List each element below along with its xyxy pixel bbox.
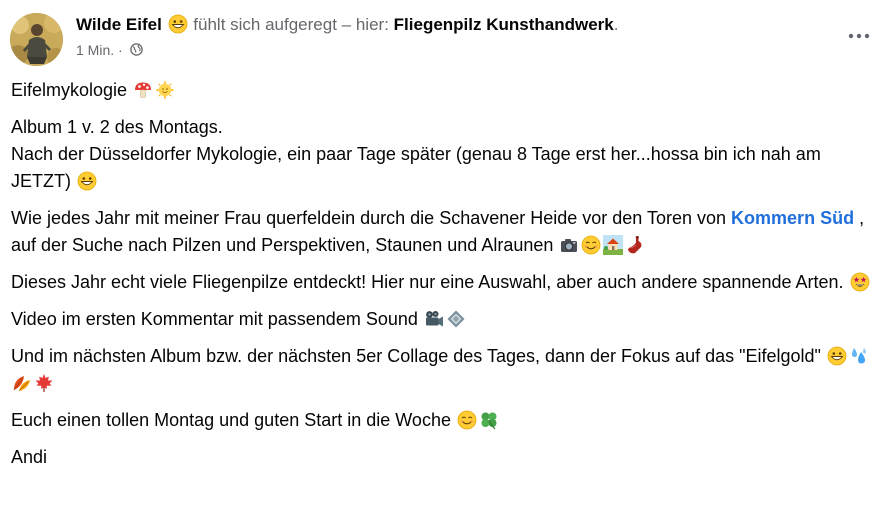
post-text: Eifelmykologie [11,80,128,100]
movie-camera-emoji [424,309,444,329]
sweat-droplet-emoji [849,346,869,366]
avatar-image [10,13,63,66]
location-name[interactable]: Fliegenpilz Kunsthandwerk [394,15,614,34]
post-paragraph-1: Eifelmykologie [11,77,871,104]
grinning-emoji [827,346,847,366]
post-paragraph-7: Euch einen tollen Montag und guten Start… [11,407,871,434]
post-body: Eifelmykologie Album 1 v. 2 des Montags.… [11,77,871,481]
mention-link[interactable]: Kommern Süd [731,208,854,228]
timestamp[interactable]: 1 Min. [76,42,114,58]
sun-with-face-emoji [155,80,175,100]
post-meta: 1 Min. · [76,41,143,59]
smiling-emoji [457,410,477,430]
post-paragraph-2: Album 1 v. 2 des Montags. Nach der Düsse… [11,114,871,195]
post-text-line: Nach der Düsseldorfer Mykologie, ein paa… [11,144,821,191]
post-text: Video im ersten Kommentar mit passendem … [11,309,418,329]
avatar[interactable] [10,13,63,66]
house-garden-emoji [603,235,624,255]
post-paragraph-4: Dieses Jahr echt viele Fliegenpilze entd… [11,269,871,296]
leaves-emoji [12,373,32,393]
post-text: Euch einen tollen Montag und guten Start… [11,410,451,430]
grinning-emoji [77,171,97,191]
post-text: Dieses Jahr echt viele Fliegenpilze entd… [11,272,844,292]
globe-icon[interactable] [129,42,143,56]
post-paragraph-6: Und im nächsten Album bzw. der nächsten … [11,343,871,397]
mushroom-emoji [133,80,153,100]
ellipsis-icon [848,33,870,39]
wine-bottle-emoji [625,235,645,255]
grinning-emoji [168,14,188,34]
more-options-button[interactable] [845,22,873,50]
camera-emoji [559,235,579,255]
post-text-line: Album 1 v. 2 des Montags. [11,117,223,137]
location-prefix: – hier: [341,15,389,34]
diamond-emoji [446,309,466,329]
post-header: Wilde Eifel fühlt sich aufgeregt – hier:… [10,12,875,68]
post-text: Und im nächsten Album bzw. der nächsten … [11,346,821,366]
author-name[interactable]: Wilde Eifel [76,15,162,34]
trailing-dot: . [613,15,619,34]
post-text: Wie jedes Jahr mit meiner Frau querfelde… [11,208,732,228]
meta-separator: · [118,42,123,58]
post-signature: Andi [11,447,48,467]
maple-leaf-emoji [34,373,54,393]
post-paragraph-8: Andi [11,444,871,471]
four-leaf-clover-emoji [479,410,499,430]
smiling-emoji [581,235,601,255]
post-paragraph-5: Video im ersten Kommentar mit passendem … [11,306,871,333]
star-struck-emoji [850,272,870,292]
post-paragraph-3: Wie jedes Jahr mit meiner Frau querfelde… [11,205,871,259]
post-header-text: Wilde Eifel fühlt sich aufgeregt – hier:… [76,14,618,36]
feeling-text: fühlt sich aufgeregt [193,15,337,34]
